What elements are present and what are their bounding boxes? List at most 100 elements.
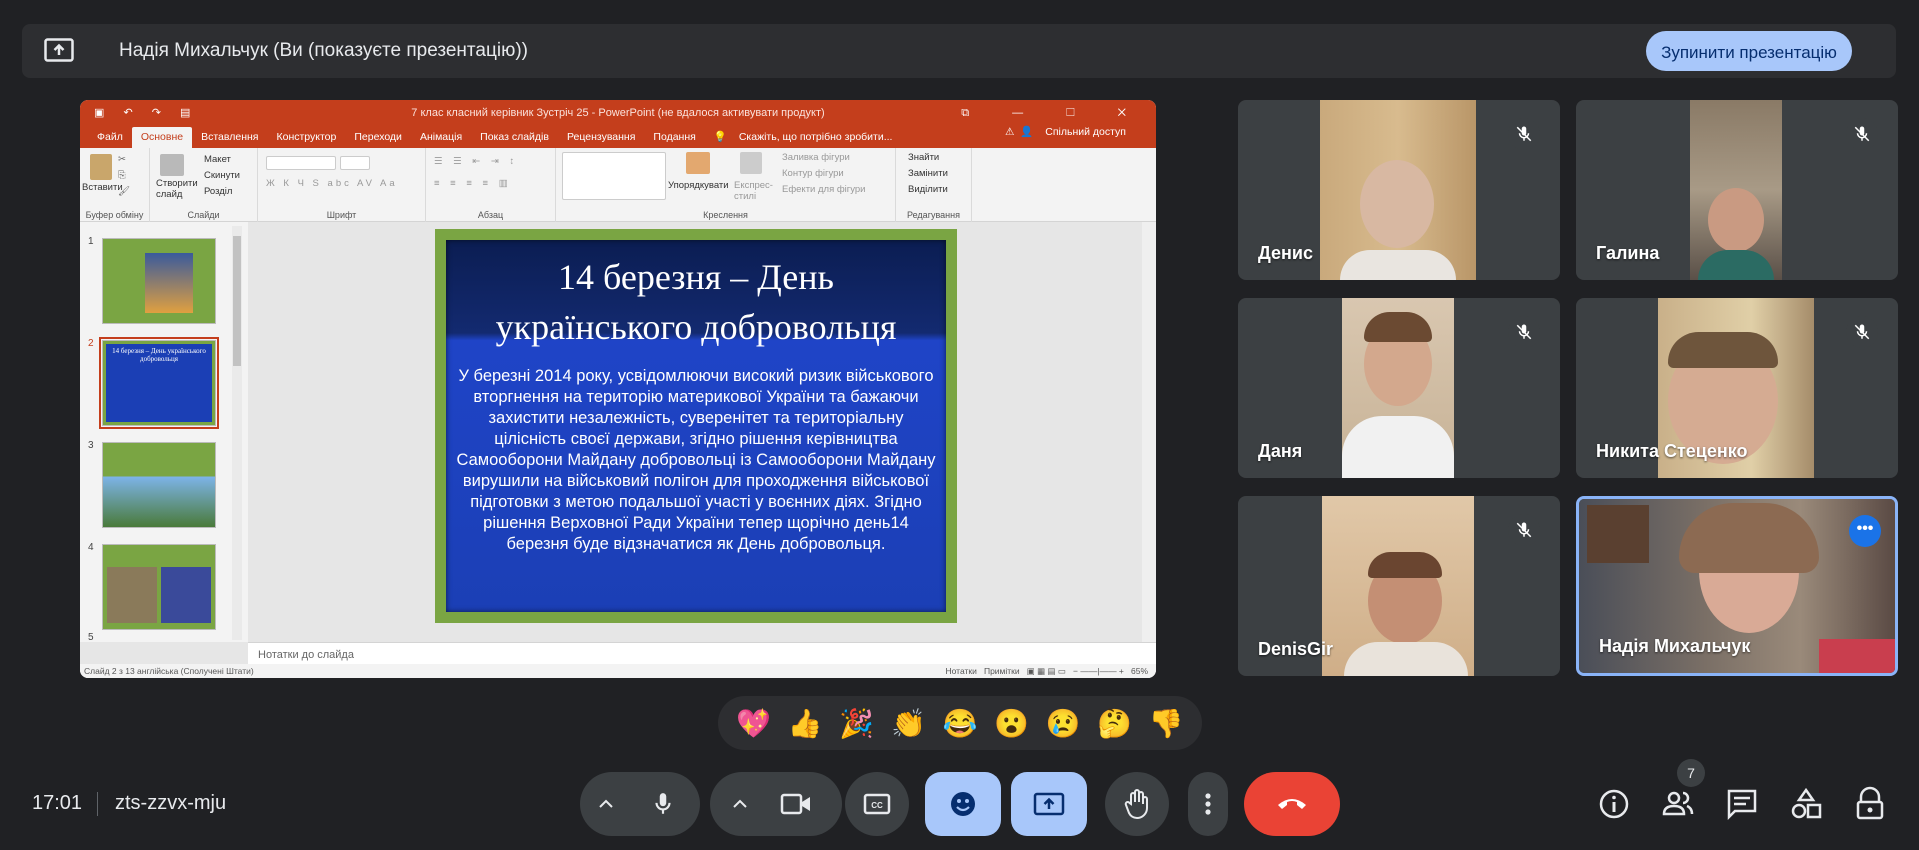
divider bbox=[97, 792, 98, 816]
video-feed bbox=[1342, 298, 1454, 478]
host-controls-icon[interactable] bbox=[1852, 786, 1888, 822]
thumbnails-scroll-thumb[interactable] bbox=[233, 236, 241, 366]
muted-indicator bbox=[1846, 316, 1878, 348]
tab-transitions[interactable]: Переходи bbox=[345, 131, 411, 148]
tab-view[interactable]: Подання bbox=[644, 131, 704, 148]
font-format-icons[interactable]: Ж К Ч S abc AV Aa bbox=[266, 178, 398, 189]
window-controls: ⧉ — ☐ ✕ bbox=[961, 107, 1146, 119]
stop-presenting-button[interactable]: Зупинити презентацію bbox=[1646, 31, 1852, 71]
tab-animations[interactable]: Анімація bbox=[411, 131, 471, 148]
tab-home[interactable]: Основне bbox=[131, 127, 193, 148]
participant-tile[interactable]: Никита Стеценко bbox=[1576, 298, 1898, 478]
quick-styles-button[interactable]: Експрес-стилі bbox=[734, 180, 774, 202]
reaction-sparkling-heart[interactable]: 💖 bbox=[732, 707, 776, 740]
reaction-thinking[interactable]: 🤔 bbox=[1093, 707, 1137, 740]
status-notes-button[interactable]: Нотатки bbox=[945, 666, 976, 676]
current-slide[interactable]: 14 березня – День українського доброволь… bbox=[435, 229, 957, 623]
reaction-thumbs-up[interactable]: 👍 bbox=[783, 707, 827, 740]
leave-call-button[interactable] bbox=[1244, 772, 1340, 836]
participant-tile[interactable]: Денис bbox=[1238, 100, 1560, 280]
thumbnails-scrollbar[interactable] bbox=[232, 226, 242, 640]
tab-design[interactable]: Конструктор bbox=[267, 131, 345, 148]
cut-icon[interactable]: ✂ bbox=[118, 154, 126, 165]
paste-icon bbox=[90, 154, 112, 180]
tell-me-box[interactable]: 💡 Скажіть, що потрібно зробити... bbox=[705, 130, 911, 148]
ribbon: Вставити ✂ ⎘ 🖌 Буфер обміну Створити сла… bbox=[80, 148, 1156, 222]
tab-slideshow[interactable]: Показ слайдів bbox=[471, 131, 558, 148]
participant-tile[interactable]: Галина bbox=[1576, 100, 1898, 280]
format-painter-icon[interactable]: 🖌 bbox=[118, 186, 130, 197]
slide-thumbnail-4[interactable] bbox=[102, 544, 216, 630]
slide-scrollbar[interactable] bbox=[1142, 222, 1156, 642]
shape-outline-button[interactable]: Контур фігури bbox=[782, 168, 844, 179]
new-slide-button[interactable]: Створити слайд bbox=[156, 178, 198, 200]
svg-text:CC: CC bbox=[871, 801, 883, 810]
chevron-up-icon[interactable] bbox=[598, 798, 614, 810]
more-options-button[interactable] bbox=[1188, 772, 1228, 836]
reaction-crying[interactable]: 😢 bbox=[1041, 707, 1085, 740]
participant-tile[interactable]: DenisGir bbox=[1238, 496, 1560, 676]
slide-thumbnail-2[interactable]: 14 березня – День українського доброволь… bbox=[99, 337, 219, 429]
select-button[interactable]: Виділити bbox=[908, 184, 948, 195]
slide-content: 14 березня – День українського доброволь… bbox=[446, 240, 946, 612]
thumb-4-photo-a bbox=[107, 567, 157, 623]
reaction-party-popper[interactable]: 🎉 bbox=[835, 707, 879, 740]
reactions-button[interactable] bbox=[925, 772, 1001, 836]
list-icons[interactable]: ☰ ☰ ⇤ ⇥ ↕ bbox=[434, 156, 518, 167]
reaction-clapping[interactable]: 👏 bbox=[886, 707, 930, 740]
reset-button[interactable]: Скинути bbox=[204, 170, 240, 181]
shapes-gallery[interactable] bbox=[562, 152, 666, 200]
microphone-icon[interactable] bbox=[650, 790, 676, 818]
slide-thumbnails-pane: 1 2 14 березня – День українського добро… bbox=[80, 222, 248, 643]
status-right: Нотатки Примітки ▣ ▦ ▤ ▭ − ——|—— + 65% bbox=[945, 666, 1148, 676]
notes-pane[interactable]: Нотатки до слайда bbox=[248, 642, 1156, 664]
group-slides: Створити слайд Макет Скинути Розділ Слай… bbox=[150, 148, 258, 222]
participant-tile-self[interactable]: ••• Надія Михальчук bbox=[1576, 496, 1898, 676]
participant-tile[interactable]: Даня bbox=[1238, 298, 1560, 478]
slide-thumbnail-3[interactable] bbox=[102, 442, 216, 528]
chat-icon[interactable] bbox=[1724, 786, 1760, 822]
share-link[interactable]: ⚠ 👤 Спільний доступ bbox=[996, 125, 1144, 143]
slide-title-line2: українського добровольця bbox=[495, 307, 897, 347]
reaction-thumbs-down[interactable]: 👎 bbox=[1144, 707, 1188, 740]
info-icon[interactable] bbox=[1596, 786, 1632, 822]
tab-file[interactable]: Файл bbox=[88, 131, 132, 148]
align-icons[interactable]: ≡ ≡ ≡ ≡ ▥ bbox=[434, 178, 512, 189]
shape-fill-button[interactable]: Заливка фігури bbox=[782, 152, 850, 163]
raise-hand-button[interactable] bbox=[1105, 772, 1169, 836]
more-options-icon[interactable]: ••• bbox=[1849, 515, 1881, 547]
layout-button[interactable]: Макет bbox=[204, 154, 231, 165]
mic-off-icon bbox=[1516, 522, 1532, 538]
arrange-button[interactable]: Упорядкувати bbox=[668, 180, 729, 191]
find-button[interactable]: Знайти bbox=[908, 152, 939, 163]
video-feed bbox=[1322, 496, 1474, 676]
activities-icon[interactable] bbox=[1788, 786, 1824, 822]
reaction-laughing[interactable]: 😂 bbox=[938, 707, 982, 740]
tab-review[interactable]: Рецензування bbox=[558, 131, 644, 148]
replace-button[interactable]: Замінити bbox=[908, 168, 948, 179]
chevron-up-icon[interactable] bbox=[732, 798, 748, 810]
reactions-bar: 💖 👍 🎉 👏 😂 😮 😢 🤔 👎 bbox=[718, 696, 1202, 750]
zoom-level[interactable]: 65% bbox=[1131, 666, 1148, 676]
people-icon[interactable] bbox=[1660, 786, 1696, 822]
camera-icon[interactable] bbox=[780, 792, 812, 816]
font-size-box[interactable] bbox=[340, 156, 370, 170]
slide-thumbnail-1[interactable] bbox=[102, 238, 216, 324]
copy-icon[interactable]: ⎘ bbox=[118, 170, 126, 181]
group-clipboard: Вставити ✂ ⎘ 🖌 Буфер обміну bbox=[80, 148, 150, 222]
status-comments-button[interactable]: Примітки bbox=[984, 666, 1020, 676]
group-label-font: Шрифт bbox=[326, 210, 357, 220]
quick-access-toolbar: ▣ ↶ ↷ ▤ bbox=[94, 107, 199, 119]
thumb-number: 3 bbox=[88, 440, 94, 451]
shape-effects-button[interactable]: Ефекти для фігури bbox=[782, 184, 866, 195]
reaction-surprised[interactable]: 😮 bbox=[990, 707, 1034, 740]
section-button[interactable]: Розділ bbox=[204, 186, 232, 197]
group-drawing: Упорядкувати Експрес-стилі Заливка фігур… bbox=[556, 148, 896, 222]
captions-button[interactable]: CC bbox=[845, 772, 909, 836]
paste-button[interactable]: Вставити bbox=[82, 182, 123, 193]
present-button[interactable] bbox=[1011, 772, 1087, 836]
tab-insert[interactable]: Вставлення bbox=[192, 131, 267, 148]
emoji-icon bbox=[951, 792, 975, 816]
ppt-workspace: 1 2 14 березня – День українського добро… bbox=[80, 222, 1156, 664]
font-name-box[interactable] bbox=[266, 156, 336, 170]
